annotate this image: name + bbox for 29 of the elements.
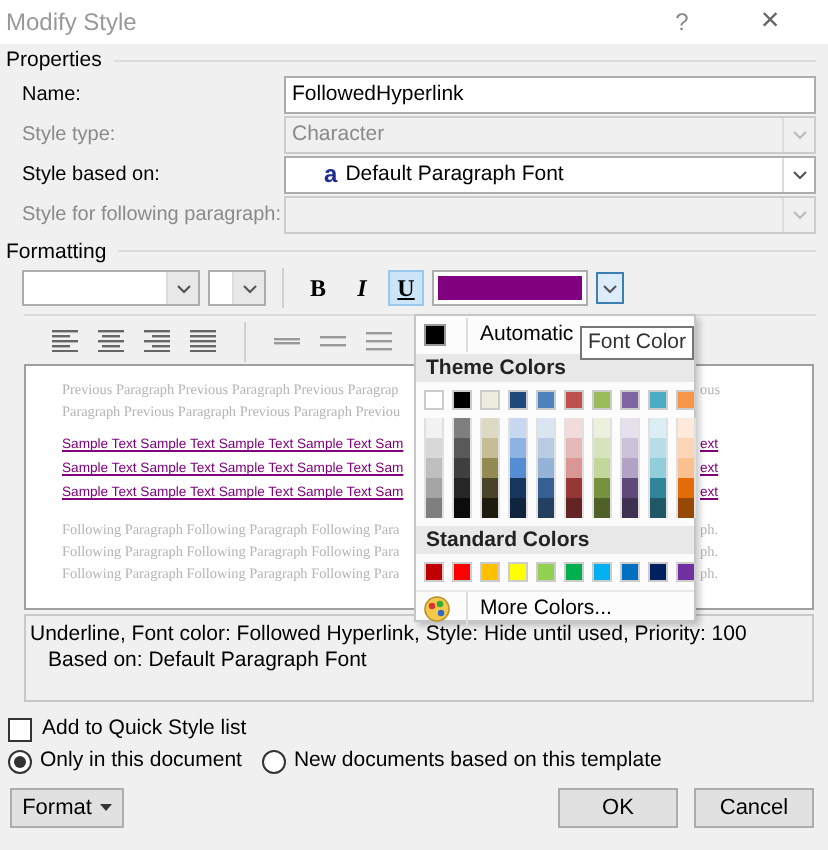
name-field[interactable]: FollowedHyperlink [284, 76, 816, 115]
bold-button[interactable]: B [300, 270, 336, 307]
help-button[interactable]: ? [660, 7, 704, 37]
field-label: Name: [22, 83, 83, 108]
field-label: Style based on: [22, 163, 162, 188]
menu-heading: Theme Colors [416, 354, 694, 382]
tooltip: Font Color [580, 326, 695, 360]
dropdown-field: Character [284, 116, 816, 155]
dropdown-field[interactable]: a Default Paragraph Font [284, 156, 816, 195]
character-style-icon: a [324, 160, 338, 190]
radio-label: New documents based on this template [293, 748, 662, 774]
ok-button[interactable]: OK [558, 788, 678, 829]
section-heading: Properties [6, 48, 102, 74]
field-label: Style type: [22, 123, 118, 148]
cancel-button[interactable]: Cancel [694, 788, 814, 829]
window-title: Modify Style [6, 7, 139, 37]
format-menu-button[interactable]: Format [10, 788, 124, 829]
menu-heading: Standard Colors [416, 526, 694, 554]
description-text: Based on: Default Paragraph Font [46, 647, 369, 673]
close-button[interactable]: × [748, 2, 792, 42]
checkbox-label: Add to Quick Style list [42, 716, 247, 742]
menu-item[interactable]: More Colors... [466, 592, 612, 626]
italic-button[interactable]: I [344, 270, 380, 307]
section-heading: Formatting [6, 239, 107, 265]
description-text: Underline, Font color: Followed Hyperlink, Style: Hide until used, Priority: 100 [30, 622, 749, 648]
field-label: Style for following paragraph: [22, 203, 284, 228]
radio-label: Only in this document [40, 748, 242, 774]
menu-item[interactable]: Automatic [466, 318, 574, 352]
underline-button[interactable]: U [388, 270, 424, 307]
